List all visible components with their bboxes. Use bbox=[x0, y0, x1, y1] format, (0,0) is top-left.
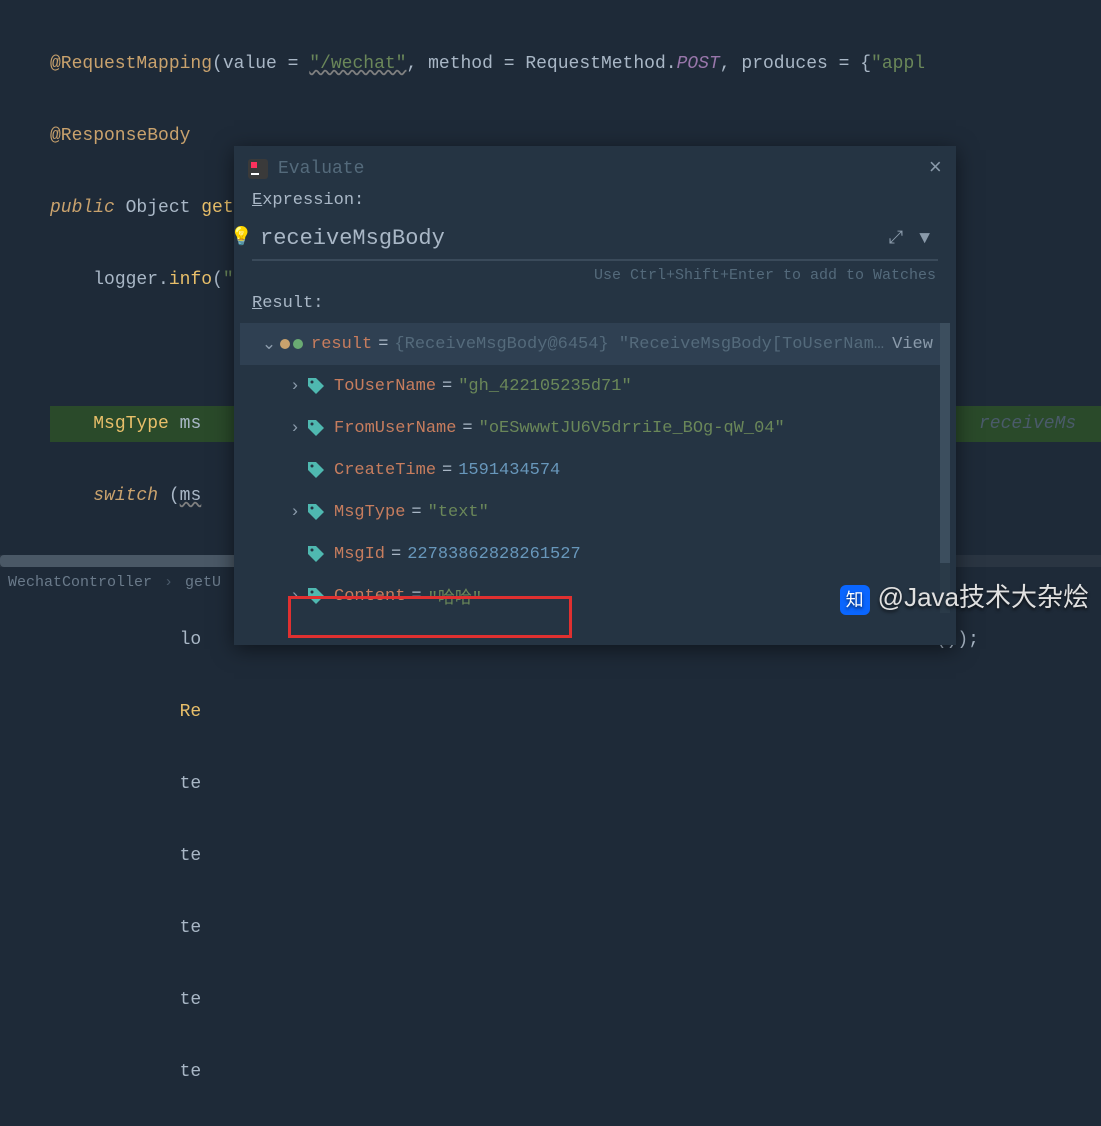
vertical-scrollbar[interactable] bbox=[940, 323, 950, 613]
expression-label: EExpression:xpression: bbox=[234, 185, 956, 216]
field-name: ToUserName bbox=[334, 377, 436, 396]
breadcrumb-item[interactable]: WechatController bbox=[8, 574, 152, 591]
chevron-right-icon[interactable]: › bbox=[284, 503, 306, 522]
result-label: Result: bbox=[234, 288, 956, 319]
breadcrumb-item[interactable]: getU bbox=[185, 574, 221, 591]
watermark: 知@Java技术大杂烩 bbox=[840, 577, 1089, 615]
tree-row[interactable]: MsgId = 22783862828261527 bbox=[240, 533, 950, 575]
popup-title: Evaluate bbox=[278, 159, 364, 179]
field-name: Content bbox=[334, 587, 405, 606]
tag-icon bbox=[306, 460, 326, 480]
expand-icon[interactable]: ⤢ bbox=[889, 228, 903, 249]
field-value: "哈哈" bbox=[428, 583, 482, 609]
intellij-icon bbox=[248, 159, 268, 179]
tree-row[interactable]: › MsgType = "text" bbox=[240, 491, 950, 533]
field-name: CreateTime bbox=[334, 461, 436, 480]
field-name: MsgId bbox=[334, 545, 385, 564]
tree-row[interactable]: › FromUserName = "oESwwwtJU6V5drriIe_BOg… bbox=[240, 407, 950, 449]
tag-icon bbox=[306, 376, 326, 396]
result-tree[interactable]: ⌄ result = {ReceiveMsgBody@6454} "Receiv… bbox=[240, 323, 950, 613]
tree-row[interactable]: › ToUserName = "gh_422105235d71" bbox=[240, 365, 950, 407]
field-name: FromUserName bbox=[334, 419, 456, 438]
popup-header: Evaluate × bbox=[234, 146, 956, 185]
object-icon bbox=[280, 339, 303, 349]
zhihu-icon: 知 bbox=[840, 585, 870, 615]
chevron-right-icon[interactable]: › bbox=[284, 587, 306, 606]
field-name: result bbox=[311, 335, 372, 354]
annotation: @ResponseBody bbox=[50, 126, 190, 146]
tree-root-row[interactable]: ⌄ result = {ReceiveMsgBody@6454} "Receiv… bbox=[240, 323, 950, 365]
field-value: "gh_422105235d71" bbox=[458, 377, 631, 396]
expression-input[interactable]: receiveMsgBody bbox=[260, 226, 889, 251]
field-value: "text" bbox=[428, 503, 489, 522]
lightbulb-icon[interactable]: 💡 bbox=[230, 226, 252, 248]
view-link[interactable]: View bbox=[892, 335, 933, 354]
annotation: @RequestMapping bbox=[50, 54, 212, 74]
chevron-down-icon[interactable]: ⌄ bbox=[258, 334, 280, 355]
tree-row[interactable]: CreateTime = 1591434574 bbox=[240, 449, 950, 491]
field-value: "oESwwwtJU6V5drriIe_BOg-qW_04" bbox=[479, 419, 785, 438]
tag-icon bbox=[306, 544, 326, 564]
scrollbar-thumb[interactable] bbox=[940, 323, 950, 563]
hint-text: Use Ctrl+Shift+Enter to add to Watches bbox=[234, 263, 956, 288]
field-name: MsgType bbox=[334, 503, 405, 522]
tag-icon bbox=[306, 502, 326, 522]
field-value: {ReceiveMsgBody@6454} "ReceiveMsgBody[To… bbox=[394, 335, 884, 354]
expression-input-wrapper: 💡 receiveMsgBody ⤢ ▼ bbox=[252, 222, 938, 261]
chevron-right-icon[interactable]: › bbox=[284, 377, 306, 396]
field-value: 1591434574 bbox=[458, 461, 560, 480]
close-icon[interactable]: × bbox=[929, 156, 942, 181]
chevron-right-icon[interactable]: › bbox=[284, 419, 306, 438]
tag-icon bbox=[306, 418, 326, 438]
field-value: 22783862828261527 bbox=[407, 545, 580, 564]
tag-icon bbox=[306, 586, 326, 606]
evaluate-popup: Evaluate × EExpression:xpression: 💡 rece… bbox=[234, 146, 956, 645]
chevron-down-icon[interactable]: ▼ bbox=[919, 229, 930, 249]
scrollbar-thumb[interactable] bbox=[0, 555, 240, 567]
chevron-right-icon: › bbox=[164, 574, 173, 591]
